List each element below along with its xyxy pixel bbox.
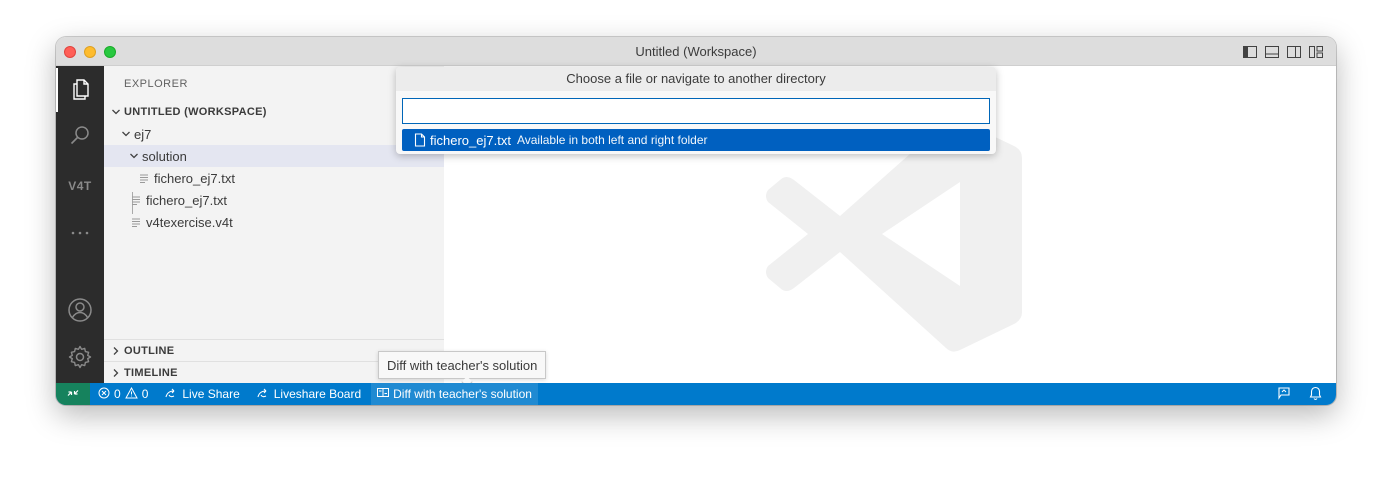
notifications-button[interactable]: [1301, 383, 1336, 405]
live-share-label: Live Share: [182, 387, 240, 401]
live-share-icon: [164, 387, 178, 402]
search-icon: [68, 124, 92, 151]
layout-controls: [1242, 44, 1324, 60]
file-label: fichero_ej7.txt: [154, 170, 235, 186]
quick-pick-title: Choose a file or navigate to another dir…: [396, 67, 996, 91]
status-tooltip: Diff with teacher's solution: [378, 351, 547, 379]
activity-v4t[interactable]: V4T: [56, 164, 104, 208]
error-count: 0: [114, 387, 121, 401]
text-file-icon: [128, 214, 144, 230]
workspace-name: UNTITLED (WORKSPACE): [124, 106, 267, 118]
quick-pick-item[interactable]: fichero_ej7.txt Available in both left a…: [402, 129, 990, 151]
chevron-down-icon: [126, 148, 142, 164]
activity-more[interactable]: [56, 212, 104, 256]
text-file-icon: [136, 170, 152, 186]
folder-label: solution: [142, 148, 187, 164]
activity-manage[interactable]: [56, 336, 104, 380]
tree-folder-ej7[interactable]: ej7: [104, 123, 444, 145]
explorer-sidebar: EXPLORER UNTITLED (WORKSPACE) ej7 soluti…: [104, 66, 444, 383]
window-title: Untitled (Workspace): [635, 44, 757, 59]
quick-pick: Choose a file or navigate to another dir…: [396, 67, 996, 154]
toggle-primary-sidebar-icon[interactable]: [1242, 44, 1258, 60]
warning-icon: [124, 386, 138, 402]
feedback-icon: [1277, 386, 1291, 403]
tree-file-fichero[interactable]: fichero_ej7.txt: [104, 189, 444, 211]
toggle-panel-icon[interactable]: [1264, 44, 1280, 60]
tree-folder-solution[interactable]: solution: [104, 145, 444, 167]
remote-indicator[interactable]: [56, 383, 90, 405]
workspace-header[interactable]: UNTITLED (WORKSPACE): [104, 101, 444, 123]
folder-label: ej7: [134, 126, 152, 142]
live-share-button[interactable]: Live Share: [158, 383, 245, 405]
tree-file-solution-fichero[interactable]: fichero_ej7.txt: [104, 167, 444, 189]
tree-file-v4texercise[interactable]: v4texercise.v4t: [104, 211, 444, 233]
activity-accounts[interactable]: [56, 289, 104, 333]
chevron-down-icon: [118, 126, 134, 142]
files-icon: [69, 77, 93, 104]
file-label: fichero_ej7.txt: [146, 192, 227, 208]
status-bar: 0 0 Live Share Liveshare Board Diff with…: [56, 383, 1336, 405]
file-label: v4texercise.v4t: [146, 214, 233, 230]
gear-icon: [67, 344, 93, 373]
chevron-right-icon: [108, 365, 124, 381]
diff-solution-button[interactable]: Diff with teacher's solution: [371, 383, 538, 405]
vscode-window: Untitled (Workspace) V4T EXPLORER UNTITL…: [56, 37, 1336, 405]
status-bar-right: [1267, 383, 1336, 405]
outline-label: OUTLINE: [124, 344, 175, 357]
customize-layout-icon[interactable]: [1308, 44, 1324, 60]
text-file-icon: [128, 192, 144, 208]
quick-pick-item-label: fichero_ej7.txt: [430, 132, 511, 148]
toggle-secondary-sidebar-icon[interactable]: [1286, 44, 1302, 60]
v4t-label: V4T: [68, 179, 92, 193]
explorer-title: EXPLORER: [124, 78, 188, 90]
feedback-button[interactable]: [1267, 383, 1301, 405]
warning-count: 0: [141, 387, 149, 401]
error-icon: [98, 387, 110, 402]
activity-search[interactable]: [56, 115, 104, 159]
remote-icon: [67, 387, 79, 402]
account-icon: [67, 297, 93, 326]
live-share-icon: [256, 387, 270, 402]
ellipsis-icon: [68, 221, 92, 248]
file-icon: [414, 133, 426, 147]
diff-solution-label: Diff with teacher's solution: [393, 387, 532, 401]
liveshare-board-label: Liveshare Board: [273, 387, 362, 401]
timeline-label: TIMELINE: [124, 366, 178, 379]
title-bar: Untitled (Workspace): [56, 37, 1336, 66]
problems-indicator[interactable]: 0 0: [92, 383, 154, 405]
diff-icon: [377, 387, 390, 401]
activity-explorer[interactable]: [56, 68, 104, 112]
quick-pick-input[interactable]: [402, 98, 990, 124]
liveshare-board-button[interactable]: Liveshare Board: [250, 383, 367, 405]
activity-bar: V4T: [56, 66, 104, 383]
quick-pick-item-description: Available in both left and right folder: [516, 133, 708, 147]
bell-icon: [1309, 386, 1322, 403]
chevron-down-icon: [108, 104, 124, 120]
chevron-right-icon: [108, 343, 124, 359]
